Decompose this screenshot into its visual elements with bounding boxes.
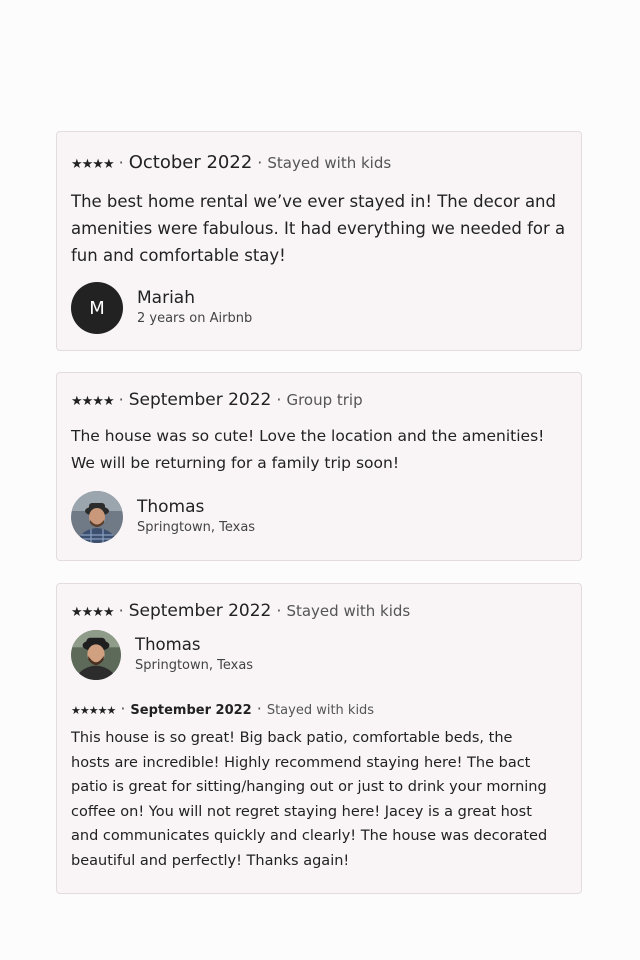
trip-type: Stayed with kids [266,703,375,718]
star-rating: ★★★★ [71,394,115,409]
reviewer-name: Thomas [135,635,201,654]
avatar[interactable]: M [71,282,123,334]
separator-dot: · [118,153,124,172]
separator-dot: · [276,601,282,620]
reviewer-subtitle: 2 years on Airbnb [137,311,253,326]
review-card: ★★★★ · September 2022 · Group trip The h… [56,372,582,561]
avatar-photo[interactable] [71,630,121,680]
reviews-page: ★★★★ · October 2022 · Stayed with kids T… [0,0,640,960]
review-date: September 2022 [130,703,252,718]
reviewer-info: Mariah 2 years on Airbnb [137,287,252,329]
trip-type: Group trip [286,391,363,409]
review-text: This house is so great! Big back patio, … [71,730,548,869]
review-text: The house was so cute! Love the location… [71,427,545,472]
avatar-photo[interactable] [71,491,123,543]
review-date: September 2022 [128,390,272,410]
review-date: October 2022 [128,152,253,173]
reviewer[interactable]: Thomas Springtown, Texas [71,630,253,680]
person-photo-icon [71,491,123,543]
separator-dot: · [256,699,262,718]
separator-dot: · [276,390,282,409]
reviewer-location: Springtown, Texas [135,658,254,673]
separator-dot: · [118,390,124,409]
star-rating: ★★★★ [71,157,115,172]
trip-type: Stayed with kids [286,602,411,620]
review-meta: ★★★★ · October 2022 · Stayed with kids [71,152,391,173]
reviewer[interactable]: Thomas Springtown, Texas [71,491,255,543]
reviewer-name: Mariah [137,288,195,308]
review-card: ★★★★ · October 2022 · Stayed with kids T… [56,131,582,351]
review-meta-secondary: ★★★★★ · September 2022 · Stayed with kid… [71,699,374,718]
review-card: ★★★★ · September 2022 · Stayed with kids… [56,583,582,894]
reviewer[interactable]: M Mariah 2 years on Airbnb [71,282,252,334]
person-photo-icon [71,630,121,680]
separator-dot: · [120,699,126,718]
star-rating: ★★★★★ [71,704,116,717]
review-meta: ★★★★ · September 2022 · Stayed with kids [71,601,410,621]
reviewer-name: Thomas [137,497,205,517]
reviewer-location: Springtown, Texas [137,520,256,535]
review-meta: ★★★★ · September 2022 · Group trip [71,390,363,410]
reviewer-info: Thomas Springtown, Texas [137,496,255,538]
separator-dot: · [118,601,124,620]
trip-type: Stayed with kids [267,154,392,172]
reviewer-info: Thomas Springtown, Texas [135,634,253,676]
star-rating: ★★★★ [71,605,115,620]
review-text: The best home rental we’ve ever stayed i… [71,192,566,265]
avatar-initial: M [89,297,105,319]
separator-dot: · [257,153,263,172]
review-date: September 2022 [128,601,272,621]
